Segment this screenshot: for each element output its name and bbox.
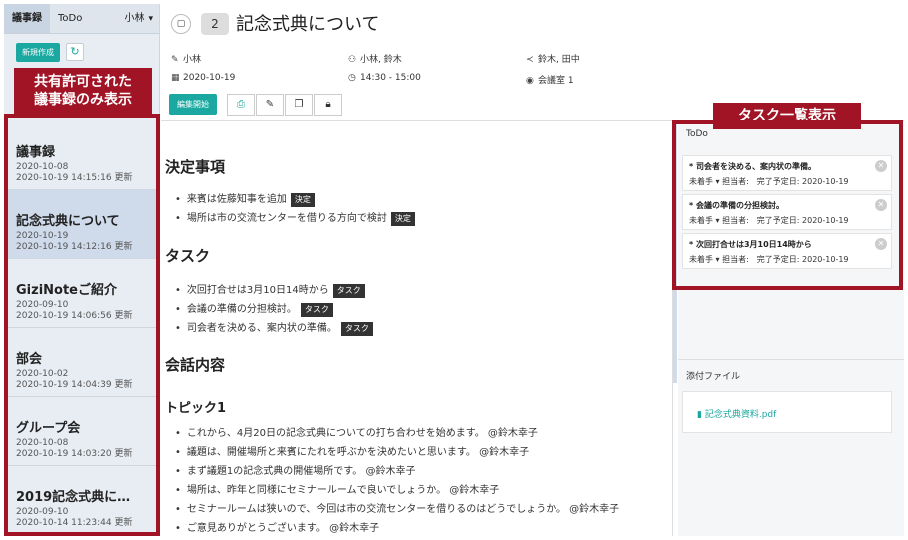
- minutes-number-badge: 2: [201, 13, 229, 35]
- date-meta: ▦ 2020-10-19: [171, 73, 235, 83]
- chevron-down-icon: ▾: [148, 13, 153, 24]
- back-icon[interactable]: ▢: [171, 14, 191, 34]
- sidebar-tabs: 議事録 ToDo 小林 ▾: [4, 4, 159, 34]
- task-text: 司会者を決める、案内状の準備。: [186, 323, 337, 334]
- list-item: 会議の準備の分担検討。タスク: [175, 300, 373, 319]
- list-item: まず議題1の記念式典の開催場所です。 @鈴木幸子: [175, 462, 619, 481]
- attachments-divider: [678, 359, 904, 360]
- task-tag: タスク: [300, 303, 333, 317]
- start-edit-button[interactable]: 編集開始: [169, 94, 217, 115]
- decision-tag: 決定: [390, 212, 415, 226]
- sidebar-toolbar: 新規作成 ↻: [4, 34, 159, 70]
- tasks-list: 次回打合せは3月10日14時からタスク 会議の準備の分担検討。タスク 司会者を決…: [175, 281, 373, 338]
- attachments-heading: 添付ファイル: [686, 372, 741, 382]
- task-text: 会議の準備の分担検討。: [186, 304, 297, 315]
- attachment-file-name: 記念式典資料.pdf: [704, 410, 777, 420]
- users-icon: ⚇: [348, 55, 357, 65]
- topic-heading: トピック1: [165, 401, 227, 416]
- place-meta: ◉ 会議室 1: [526, 73, 574, 86]
- time-value: 14:30 - 15:00: [360, 73, 421, 83]
- list-item: 次回打合せは3月10日14時からタスク: [175, 281, 373, 300]
- task-tag: タスク: [340, 322, 373, 336]
- attachment-card[interactable]: ▮ 記念式典資料.pdf: [682, 391, 892, 433]
- decisions-list: 来賓は佐藤知事を追加決定 場所は市の交流センターを借りる方向で検討決定: [175, 190, 415, 228]
- lock-icon[interactable]: 🔒︎: [314, 94, 342, 116]
- user-name: 小林: [124, 12, 145, 24]
- page-title: 記念式典について: [236, 14, 380, 35]
- date-value: 2020-10-19: [183, 73, 236, 83]
- location-icon: ◉: [526, 76, 534, 86]
- refresh-icon[interactable]: ↻: [66, 43, 84, 61]
- share-icon: ≺: [526, 55, 534, 65]
- shared-meta: ≺ 鈴木, 田中: [526, 52, 580, 65]
- tasks-heading: タスク: [165, 247, 211, 265]
- list-item: 司会者を決める、案内状の準備。タスク: [175, 319, 373, 338]
- pen-icon[interactable]: ✎: [256, 94, 284, 116]
- user-menu[interactable]: 小林 ▾: [116, 4, 159, 33]
- list-item: セミナールームは狭いので、今回は市の交流センターを借りるのはどうでしょうか。 @…: [175, 500, 619, 519]
- tab-todo[interactable]: ToDo: [50, 4, 90, 33]
- decision-tag: 決定: [290, 193, 315, 207]
- clock-icon: ◷: [348, 73, 356, 83]
- author-value: 小林: [183, 55, 202, 65]
- decision-text: 場所は市の交流センターを借りる方向で検討: [186, 213, 387, 224]
- author-meta: ✎ 小林: [171, 52, 201, 65]
- talk-heading: 会話内容: [165, 356, 226, 374]
- list-item: ご意見ありがとうございます。 @鈴木幸子: [175, 519, 619, 536]
- time-meta: ◷ 14:30 - 15:00: [348, 73, 421, 83]
- shared-value: 鈴木, 田中: [538, 55, 580, 65]
- place-value: 会議室 1: [538, 76, 574, 86]
- left-callout-frame: [4, 114, 160, 536]
- new-minutes-button[interactable]: 新規作成: [16, 42, 60, 62]
- minutes-content: 決定事項 来賓は佐藤知事を追加決定 場所は市の交流センターを借りる方向で検討決定…: [161, 121, 673, 536]
- list-item: 議題は、開催場所と来賓にたれを呼ぶかを決めたいと思います。 @鈴木幸子: [175, 443, 619, 462]
- left-callout-line2: 議事録のみ表示: [34, 92, 132, 108]
- file-icon: ▮: [697, 410, 705, 420]
- list-item: これから、4月20日の記念式典についての打ち合わせを始めます。 @鈴木幸子: [175, 424, 619, 443]
- participants-meta: ⚇ 小林, 鈴木: [348, 52, 402, 65]
- right-callout-frame: [672, 120, 903, 290]
- calendar-icon: ▦: [171, 73, 180, 83]
- tab-minutes[interactable]: 議事録: [4, 4, 50, 33]
- attachment-file-link[interactable]: ▮ 記念式典資料.pdf: [697, 407, 776, 420]
- list-item: 場所は市の交流センターを借りる方向で検討決定: [175, 209, 415, 228]
- task-text: 次回打合せは3月10日14時から: [186, 285, 329, 296]
- left-callout-line1: 共有許可された: [34, 74, 132, 90]
- task-tag: タスク: [332, 284, 365, 298]
- list-item: 場所は、昨年と同様にセミナールームで良いでしょうか。 @鈴木幸子: [175, 481, 619, 500]
- print-icon[interactable]: ⎙: [227, 94, 255, 116]
- list-item: 来賓は佐藤知事を追加決定: [175, 190, 415, 209]
- left-callout-label: 共有許可された 議事録のみ表示: [14, 68, 152, 114]
- decisions-heading: 決定事項: [165, 158, 226, 176]
- pencil-icon: ✎: [171, 55, 179, 65]
- participants-value: 小林, 鈴木: [360, 55, 402, 65]
- decision-text: 来賓は佐藤知事を追加: [186, 194, 287, 205]
- talk-list: これから、4月20日の記念式典についての打ち合わせを始めます。 @鈴木幸子 議題…: [175, 424, 619, 536]
- copy-icon[interactable]: ❐: [285, 94, 313, 116]
